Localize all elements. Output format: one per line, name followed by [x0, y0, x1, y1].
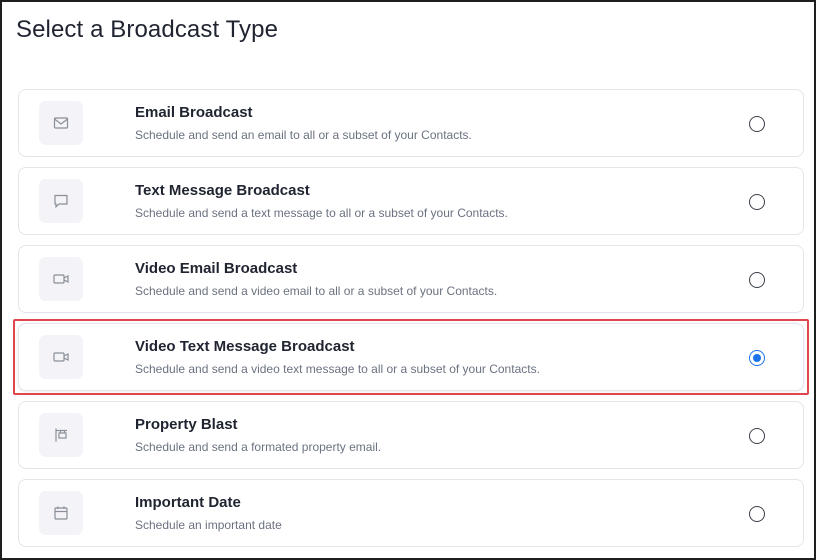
page-title: Select a Broadcast Type [16, 16, 279, 43]
video-camera-icon [39, 335, 83, 379]
property-sign-icon [39, 413, 83, 457]
option-video-text-message-broadcast[interactable]: Video Text Message Broadcast Schedule an… [13, 319, 809, 395]
calendar-icon [39, 491, 83, 535]
option-description: Schedule and send a video email to all o… [135, 284, 498, 298]
selection-highlight [13, 319, 809, 395]
option-description: Schedule and send an email to all or a s… [135, 128, 472, 142]
option-title: Video Text Message Broadcast [135, 338, 355, 355]
option-description: Schedule an important date [135, 518, 282, 532]
radio-important-date[interactable] [749, 506, 765, 522]
option-title: Video Email Broadcast [135, 260, 298, 277]
option-title: Email Broadcast [135, 104, 253, 121]
option-video-email-broadcast[interactable]: Video Email Broadcast Schedule and send … [18, 245, 804, 313]
option-title: Text Message Broadcast [135, 182, 310, 199]
option-description: Schedule and send a video text message t… [135, 362, 540, 376]
radio-property-blast[interactable] [749, 428, 765, 444]
option-text-message-broadcast[interactable]: Text Message Broadcast Schedule and send… [18, 167, 804, 235]
broadcast-type-panel: Select a Broadcast Type Email Broadcast … [0, 0, 816, 560]
option-title: Property Blast [135, 416, 238, 433]
video-camera-icon [39, 257, 83, 301]
radio-video-email-broadcast[interactable] [749, 272, 765, 288]
option-important-date[interactable]: Important Date Schedule an important dat… [18, 479, 804, 547]
radio-video-text-message-broadcast[interactable] [749, 350, 765, 366]
broadcast-type-list: Email Broadcast Schedule and send an ema… [13, 89, 809, 557]
chat-bubble-icon [39, 179, 83, 223]
option-email-broadcast[interactable]: Email Broadcast Schedule and send an ema… [18, 89, 804, 157]
envelope-icon [39, 101, 83, 145]
option-description: Schedule and send a formated property em… [135, 440, 382, 454]
option-property-blast[interactable]: Property Blast Schedule and send a forma… [18, 401, 804, 469]
option-title: Important Date [135, 494, 241, 511]
radio-text-message-broadcast[interactable] [749, 194, 765, 210]
option-description: Schedule and send a text message to all … [135, 206, 508, 220]
radio-email-broadcast[interactable] [749, 116, 765, 132]
